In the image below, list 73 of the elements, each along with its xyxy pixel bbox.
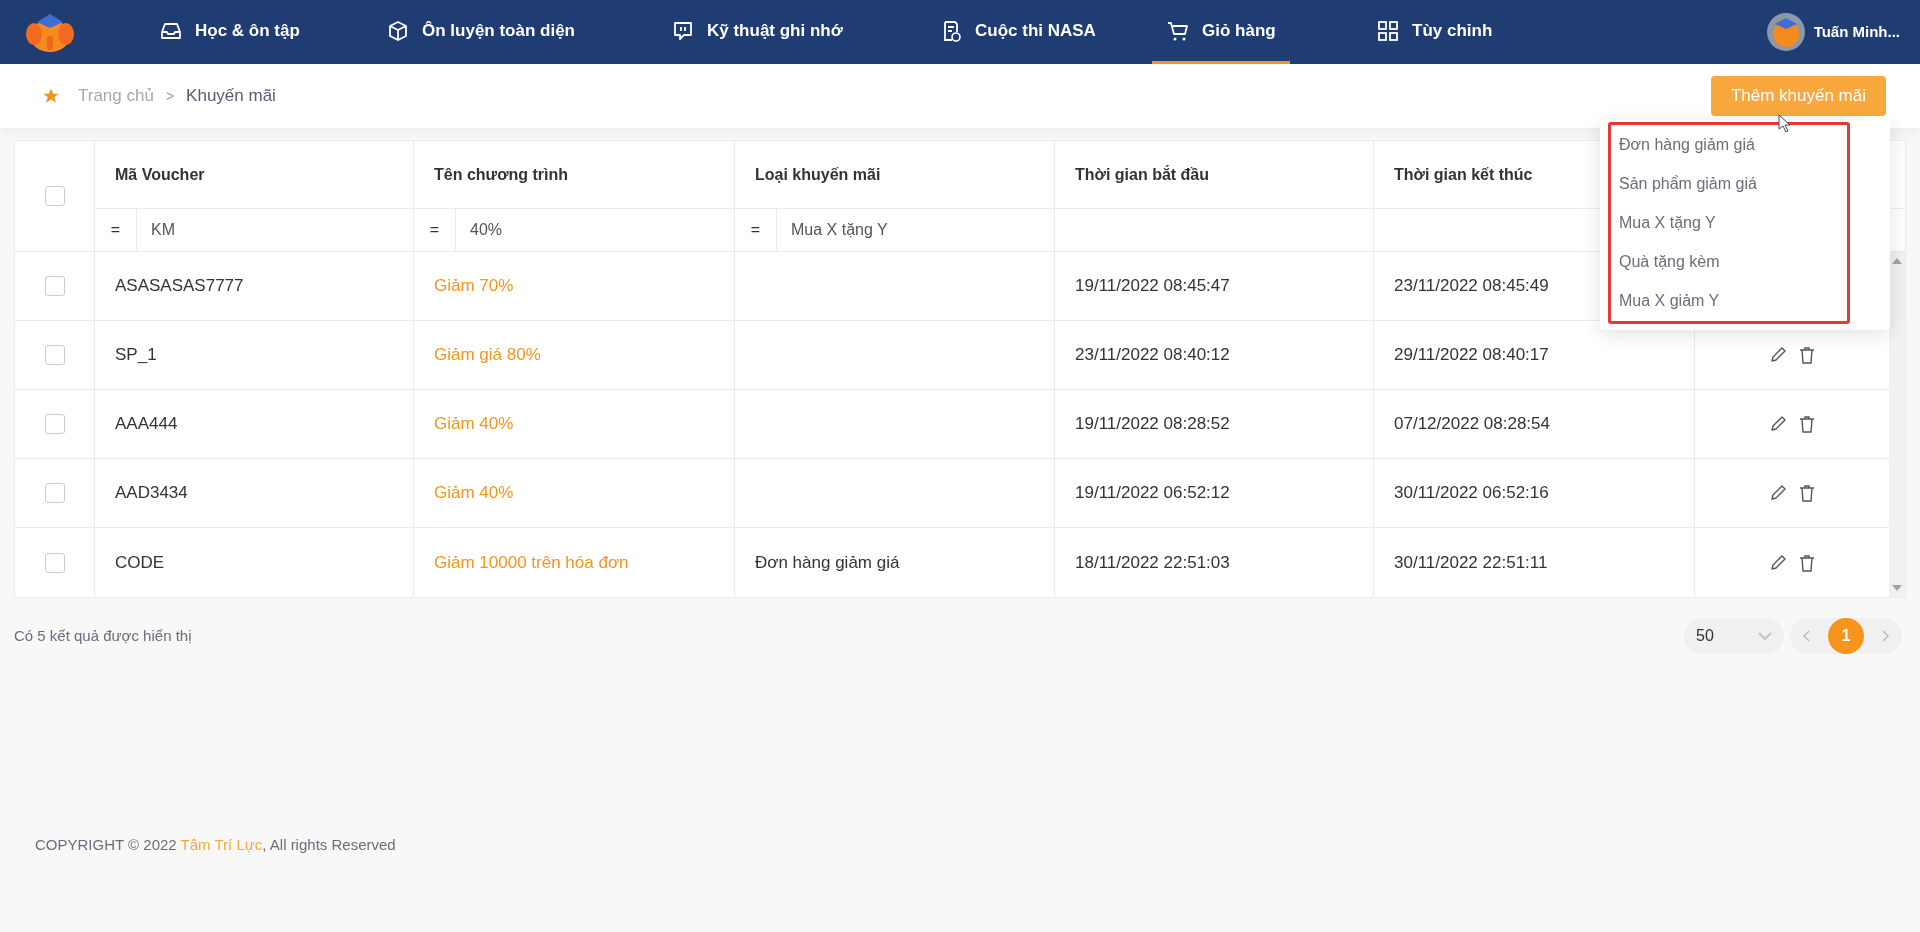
delete-icon[interactable]: [1799, 484, 1815, 502]
nav-tab[interactable]: Tùy chỉnh: [1362, 0, 1507, 64]
scrollbar[interactable]: [1889, 252, 1905, 597]
voucher-code: AAA444: [115, 413, 178, 436]
promotion-type: Đơn hàng giảm giá: [755, 551, 900, 574]
filter-input[interactable]: 40%: [456, 209, 734, 251]
cube-icon: [386, 18, 410, 43]
column-header: Loại khuyến mãi: [755, 164, 881, 185]
checkbox[interactable]: [44, 414, 65, 434]
program-name: Giảm 40%: [434, 482, 514, 505]
page-size-select[interactable]: 50: [1684, 618, 1784, 654]
edit-icon[interactable]: [1769, 484, 1787, 502]
user-name[interactable]: Tuấn Minh...: [1813, 20, 1900, 44]
scroll-up-icon[interactable]: [1892, 258, 1902, 264]
checkbox[interactable]: [44, 552, 65, 573]
edit-icon[interactable]: [1769, 346, 1787, 364]
program-name: Giảm 40%: [434, 413, 514, 436]
breadcrumb-separator: >: [165, 86, 175, 106]
end-time: 30/11/2022 06:52:16: [1394, 482, 1549, 505]
program-name: Giảm giá 80%: [434, 344, 541, 367]
delete-icon[interactable]: [1799, 346, 1815, 364]
filter-operator[interactable]: =: [414, 209, 456, 251]
filter-input[interactable]: Mua X tặng Y: [777, 209, 1054, 251]
filter-operator[interactable]: =: [735, 209, 777, 251]
end-time: 29/11/2022 08:40:17: [1394, 344, 1549, 367]
star-icon: [42, 87, 60, 105]
checkbox[interactable]: [44, 483, 65, 503]
voucher-code: ASASASAS7777: [115, 275, 244, 298]
voucher-code: SP_1: [115, 344, 157, 367]
column-header: Tên chương trình: [434, 164, 569, 185]
page-size-value: 50: [1696, 626, 1714, 646]
nav-tab[interactable]: Kỹ thuật ghi nhớ: [657, 0, 857, 64]
avatar-icon[interactable]: [1765, 12, 1806, 52]
start-time: 19/11/2022 08:45:47: [1075, 275, 1230, 298]
select-all-checkbox[interactable]: [44, 186, 65, 206]
nav-tab[interactable]: Cuộc thi NASA: [925, 0, 1110, 64]
nav-tab[interactable]: Học & ôn tập: [145, 0, 314, 64]
column-header: Mã Voucher: [115, 164, 205, 185]
start-time: 23/11/2022 08:40:12: [1075, 344, 1230, 367]
voucher-code: AAD3434: [115, 482, 188, 505]
breadcrumb-current: Khuyến mãi: [186, 85, 276, 108]
delete-icon[interactable]: [1799, 415, 1815, 433]
voucher-code: CODE: [115, 551, 165, 574]
next-page-icon[interactable]: [1882, 630, 1890, 642]
previous-page-icon[interactable]: [1802, 630, 1810, 642]
edit-icon[interactable]: [1769, 415, 1787, 433]
checkbox[interactable]: [44, 345, 65, 365]
nav-tab[interactable]: Ôn luyện toàn diện: [372, 0, 589, 64]
filter-operator[interactable]: =: [95, 209, 137, 251]
start-time: 19/11/2022 06:52:12: [1075, 482, 1230, 505]
dropdown-option[interactable]: Quà tặng kèm: [1611, 242, 1847, 281]
checkbox[interactable]: [44, 276, 65, 296]
result-count: Có 5 kết quả được hiển thị: [14, 625, 192, 646]
dropdown-option[interactable]: Mua X tặng Y: [1611, 203, 1847, 242]
dropdown-option[interactable]: Đơn hàng giảm giá: [1611, 125, 1847, 164]
dropdown-option[interactable]: Sản phẩm giảm giá: [1611, 164, 1847, 203]
chevron-down-icon: [1758, 631, 1772, 641]
program-name: Giảm 70%: [434, 275, 514, 298]
end-time: 07/12/2022 08:28:54: [1394, 413, 1550, 436]
dropdown-option[interactable]: Mua X giảm Y: [1611, 281, 1847, 320]
delete-icon[interactable]: [1799, 553, 1815, 572]
column-header: Thời gian kết thúc: [1394, 164, 1533, 185]
column-header: Thời gian bắt đầu: [1075, 164, 1210, 185]
grid-icon: [1376, 18, 1400, 43]
end-time: 30/11/2022 22:51:11: [1394, 551, 1548, 574]
filter-input[interactable]: KM: [137, 209, 413, 251]
start-time: 19/11/2022 08:28:52: [1075, 413, 1230, 436]
end-time: 23/11/2022 08:45:49: [1394, 275, 1549, 298]
start-time: 18/11/2022 22:51:03: [1075, 551, 1230, 574]
program-name: Giảm 10000 trên hóa đơn: [434, 551, 629, 574]
copyright-text: COPYRIGHT © 2022 Tâm Trí Lực, All rights Reserved: [35, 835, 396, 855]
scroll-down-icon[interactable]: [1892, 585, 1902, 591]
edit-icon[interactable]: [1769, 553, 1787, 572]
